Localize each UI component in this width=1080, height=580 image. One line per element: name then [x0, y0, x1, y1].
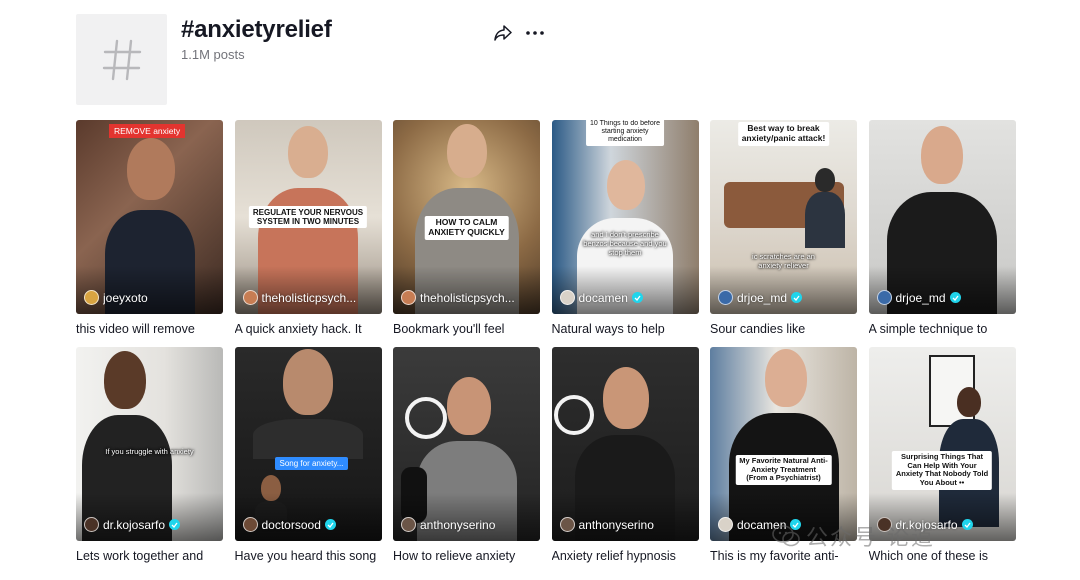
video-card[interactable]: drjoe_md A simple technique to — [868, 120, 1016, 337]
video-card[interactable]: 10 Things to do before starting anxiety … — [551, 120, 699, 337]
author-name: theholisticpsych... — [261, 290, 357, 305]
author-name: joeyxoto — [103, 290, 148, 305]
video-thumbnail[interactable]: drjoe_md — [868, 120, 1016, 314]
video-banner: Song for anxiety... — [274, 457, 349, 470]
author-name: dr.kojosarfo — [895, 517, 958, 532]
video-author[interactable]: anthonyserino — [559, 517, 693, 532]
video-description[interactable]: This is my favorite anti- — [710, 548, 857, 564]
video-author[interactable]: drjoe_md — [876, 290, 1010, 305]
video-description[interactable]: How to relieve anxiety — [393, 548, 540, 564]
avatar — [559, 290, 575, 305]
avatar — [559, 517, 575, 532]
verified-badge-icon — [631, 292, 643, 303]
video-overlay-text: and I don't prescribe benzos because and… — [583, 230, 667, 257]
author-name: dr.kojosarfo — [103, 517, 166, 532]
video-author[interactable]: anthonyserino — [401, 517, 534, 532]
video-grid: REMOVE anxiety joeyxoto this video will … — [76, 120, 1016, 564]
video-caption: 10 Things to do before starting anxiety … — [586, 120, 664, 147]
video-description[interactable]: Natural ways to help — [552, 321, 699, 337]
video-thumbnail[interactable]: REMOVE anxiety joeyxoto — [76, 120, 223, 314]
video-thumbnail[interactable]: REGULATE YOUR NERVOUS SYSTEM IN TWO MINU… — [234, 120, 382, 314]
verified-badge-icon — [169, 519, 181, 530]
video-author[interactable]: joeyxoto — [84, 290, 217, 305]
video-caption: My Favorite Natural Anti- Anxiety Treatm… — [735, 455, 832, 485]
video-caption: Best way to break anxiety/panic attack! — [737, 122, 830, 146]
author-name: anthonyserino — [420, 517, 496, 532]
video-card[interactable]: anthonyserino How to relieve anxiety — [393, 347, 540, 564]
video-caption: Surprising Things That Can Help With You… — [891, 451, 993, 490]
avatar — [718, 517, 733, 532]
video-card[interactable]: anthonyserino Anxiety relief hypnosis — [551, 347, 699, 564]
video-thumbnail[interactable]: Surprising Things That Can Help With You… — [868, 347, 1016, 541]
avatar — [242, 290, 258, 305]
avatar — [242, 517, 258, 532]
video-thumbnail[interactable]: HOW TO CALM ANXIETY QUICKLY theholisticp… — [393, 120, 540, 314]
share-button[interactable] — [492, 22, 514, 44]
video-description[interactable]: Sour candies like — [710, 321, 857, 337]
video-author[interactable]: docamen — [559, 290, 693, 305]
video-card[interactable]: REGULATE YOUR NERVOUS SYSTEM IN TWO MINU… — [234, 120, 382, 337]
author-name: theholisticpsych... — [420, 290, 515, 305]
page-title: #anxietyrelief — [181, 16, 332, 43]
avatar — [876, 290, 892, 305]
video-thumbnail[interactable]: anthonyserino — [551, 347, 699, 541]
video-author[interactable]: docamen — [718, 517, 851, 532]
hashtag-icon — [76, 14, 167, 105]
video-caption: REGULATE YOUR NERVOUS SYSTEM IN TWO MINU… — [248, 206, 368, 229]
video-caption: HOW TO CALM ANXIETY QUICKLY — [424, 216, 509, 240]
video-banner: REMOVE anxiety — [109, 124, 186, 138]
avatar — [84, 290, 99, 305]
video-author[interactable]: theholisticpsych... — [401, 290, 534, 305]
video-card[interactable]: My Favorite Natural Anti- Anxiety Treatm… — [710, 347, 857, 564]
video-description[interactable]: Have you heard this song — [235, 548, 382, 564]
more-dots-icon — [526, 31, 544, 35]
author-name: anthonyserino — [578, 517, 654, 532]
post-count: 1.1M posts — [181, 47, 245, 62]
video-description[interactable]: this video will remove — [76, 321, 223, 337]
author-name: drjoe_md — [737, 290, 788, 305]
video-author[interactable]: theholisticpsych... — [242, 290, 376, 305]
video-author[interactable]: doctorsood — [242, 517, 376, 532]
more-options-button[interactable] — [524, 22, 546, 44]
video-thumbnail[interactable]: Best way to break anxiety/panic attack! … — [710, 120, 857, 314]
hashtag-header: #anxietyrelief 1.1M posts — [76, 14, 1080, 106]
video-description[interactable]: Lets work together and — [76, 548, 223, 564]
author-name: drjoe_md — [895, 290, 946, 305]
author-name: docamen — [578, 290, 628, 305]
verified-badge-icon — [324, 519, 336, 530]
author-name: doctorsood — [261, 517, 321, 532]
video-description[interactable]: Which one of these is — [869, 548, 1016, 564]
video-overlay-text: If you struggle with anxiety — [105, 447, 194, 456]
avatar — [876, 517, 892, 532]
video-description[interactable]: Bookmark you'll feel — [393, 321, 540, 337]
avatar — [84, 517, 99, 532]
verified-badge-icon — [790, 519, 802, 530]
video-description[interactable]: A simple technique to — [869, 321, 1016, 337]
avatar — [401, 290, 416, 305]
verified-badge-icon — [961, 519, 973, 530]
video-card[interactable]: Song for anxiety... doctorsood Have you … — [234, 347, 382, 564]
video-thumbnail[interactable]: Song for anxiety... doctorsood — [234, 347, 382, 541]
video-card[interactable]: HOW TO CALM ANXIETY QUICKLY theholisticp… — [393, 120, 540, 337]
verified-badge-icon — [949, 292, 961, 303]
video-card[interactable]: If you struggle with anxiety dr.kojosarf… — [76, 347, 223, 564]
video-author[interactable]: dr.kojosarfo — [876, 517, 1010, 532]
avatar — [401, 517, 416, 532]
video-card[interactable]: Best way to break anxiety/panic attack! … — [710, 120, 857, 337]
verified-badge-icon — [791, 292, 803, 303]
video-description[interactable]: Anxiety relief hypnosis — [552, 548, 699, 564]
video-description[interactable]: A quick anxiety hack. It — [235, 321, 382, 337]
video-thumbnail[interactable]: If you struggle with anxiety dr.kojosarf… — [76, 347, 223, 541]
video-author[interactable]: drjoe_md — [718, 290, 851, 305]
video-card[interactable]: REMOVE anxiety joeyxoto this video will … — [76, 120, 223, 337]
share-arrow-icon — [494, 25, 512, 41]
author-name: docamen — [737, 517, 787, 532]
video-thumbnail[interactable]: My Favorite Natural Anti- Anxiety Treatm… — [710, 347, 857, 541]
video-author[interactable]: dr.kojosarfo — [84, 517, 217, 532]
video-thumbnail[interactable]: 10 Things to do before starting anxiety … — [551, 120, 699, 314]
avatar — [718, 290, 733, 305]
video-thumbnail[interactable]: anthonyserino — [393, 347, 540, 541]
video-card[interactable]: Surprising Things That Can Help With You… — [868, 347, 1016, 564]
